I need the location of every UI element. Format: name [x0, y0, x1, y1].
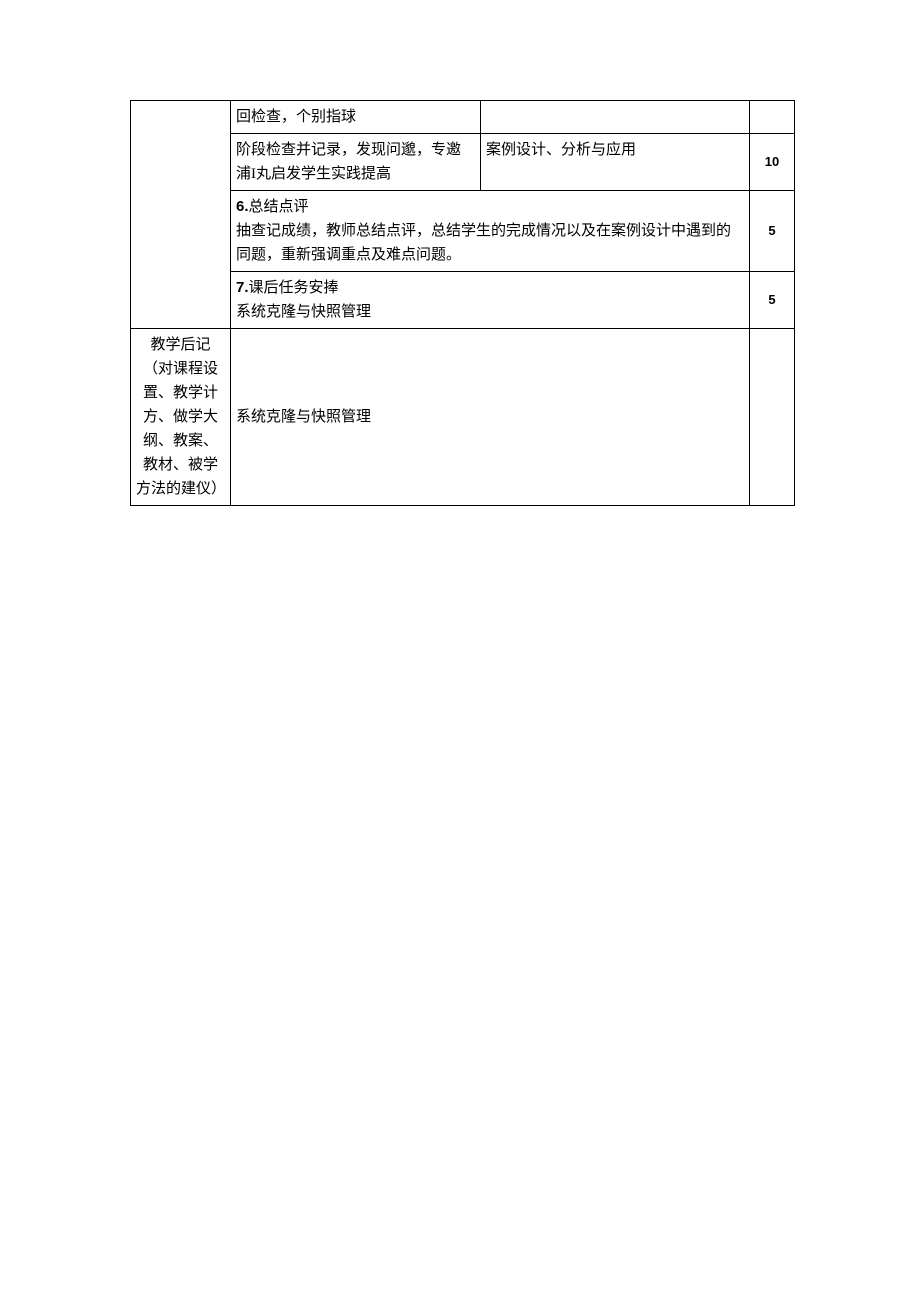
row4-number: 7.: [236, 279, 249, 296]
cell-r4-right: 5: [750, 272, 795, 329]
row4-body: 系统克隆与快照管理: [236, 304, 371, 320]
empty-label-cell: [131, 101, 231, 329]
cell-r5-body: 系统克隆与快照管理: [231, 329, 750, 506]
cell-r1-left: 回检查，个别指球: [231, 101, 481, 134]
row3-body: 抽查记成绩，教师总结点评，总结学生的完成情况以及在案例设计中遇到的同题，重新强调…: [236, 223, 731, 263]
table-row: 阶段检查并记录，发现问邈，专邀浦I丸启发学生实践提高 案例设计、分析与应用 10: [131, 134, 795, 191]
cell-r5-right: [750, 329, 795, 506]
table-row: 回检查，个别指球: [131, 101, 795, 134]
row5-label: 教学后记（对课程设置、教学计方、做学大纲、教案、教材、被学方法的建仪）: [131, 329, 231, 506]
cell-r4-body: 7.课后任务安捧系统克隆与快照管理: [231, 272, 750, 329]
cell-r2-left: 阶段检查并记录，发现问邈，专邀浦I丸启发学生实践提高: [231, 134, 481, 191]
table-row: 6.总结点评抽查记成绩，教师总结点评，总结学生的完成情况以及在案例设计中遇到的同…: [131, 191, 795, 272]
cell-r3-right: 5: [750, 191, 795, 272]
lesson-plan-table: 回检查，个别指球 阶段检查并记录，发现问邈，专邀浦I丸启发学生实践提高 案例设计…: [130, 100, 795, 506]
row4-title: 课后任务安捧: [249, 280, 339, 296]
cell-r2-right: 10: [750, 134, 795, 191]
table-row: 教学后记（对课程设置、教学计方、做学大纲、教案、教材、被学方法的建仪） 系统克隆…: [131, 329, 795, 506]
row3-number: 6.: [236, 198, 249, 215]
cell-r2-mid: 案例设计、分析与应用: [481, 134, 750, 191]
table-row: 7.课后任务安捧系统克隆与快照管理 5: [131, 272, 795, 329]
cell-r1-mid: [481, 101, 750, 134]
cell-r1-right: [750, 101, 795, 134]
cell-r3-body: 6.总结点评抽查记成绩，教师总结点评，总结学生的完成情况以及在案例设计中遇到的同…: [231, 191, 750, 272]
row3-title: 总结点评: [249, 199, 309, 215]
